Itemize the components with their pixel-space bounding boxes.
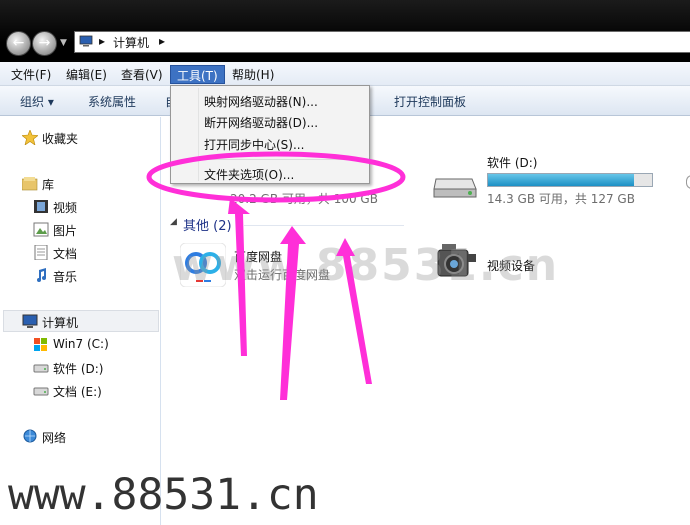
menu-icon-strip (198, 88, 199, 181)
document-icon (34, 245, 48, 260)
picture-icon (33, 222, 49, 237)
drive-d-name: 软件 (D:) (487, 156, 538, 170)
menu-item-map-network-drive[interactable]: 映射网络驱动器(N)... (204, 93, 318, 110)
star-icon (22, 130, 38, 145)
film-icon (34, 200, 48, 213)
menu-tools[interactable]: 工具(T) (170, 65, 225, 84)
drive-e-icon-partial (686, 175, 690, 189)
drive-c-info: 20.2 GB 可用，共 100 GB (230, 192, 378, 206)
menu-help[interactable]: 帮助(H) (226, 65, 280, 84)
system-properties-button[interactable]: 系统属性 (88, 93, 136, 110)
music-note-icon (37, 268, 46, 282)
menu-bar: 文件(F) 编辑(E) 查看(V) 工具(T) 帮助(H) (0, 62, 690, 86)
hard-drive-icon (33, 387, 49, 396)
menu-edit[interactable]: 编辑(E) (60, 65, 113, 84)
hard-drive-icon (433, 178, 477, 198)
menu-item-open-sync-center[interactable]: 打开同步中心(S)... (204, 136, 304, 153)
drive-d-info: 14.3 GB 可用，共 127 GB (487, 192, 635, 206)
menu-item-disconnect-network-drive[interactable]: 断开网络驱动器(D)... (204, 114, 318, 131)
network-icon (23, 429, 37, 443)
tools-dropdown-menu: 映射网络驱动器(N)... 断开网络驱动器(D)... 打开同步中心(S)...… (170, 85, 370, 184)
computer-icon (79, 35, 93, 47)
watermark-overlay: www.88531.cn (172, 240, 560, 291)
breadcrumb-chevron-icon[interactable]: ▸ (99, 34, 105, 48)
drive-d-usage-fill (488, 174, 634, 186)
menu-view[interactable]: 查看(V) (115, 65, 169, 84)
breadcrumb-chevron-icon[interactable]: ▸ (159, 34, 165, 48)
forward-button[interactable]: → (32, 31, 57, 56)
open-control-panel-button[interactable]: 打开控制面板 (394, 93, 466, 110)
back-button[interactable]: ← (6, 31, 31, 56)
breadcrumb-computer[interactable]: 计算机 (113, 34, 149, 51)
menu-separator (200, 159, 367, 160)
recent-pages-chevron-icon[interactable]: ▼ (60, 38, 67, 48)
windows-drive-icon (34, 338, 47, 351)
library-folder-icon (22, 177, 38, 191)
drive-d-usage-bar (487, 173, 653, 187)
watermark-text: www.88531.cn (8, 470, 319, 520)
navigation-pane: 收藏夹 库 视频 图片 文档 音乐 计算机 Win7 (C:) 软件 (D:) … (0, 117, 161, 525)
section-header-other[interactable]: 其他 (2) (183, 215, 232, 234)
menu-item-folder-options[interactable]: 文件夹选项(O)... (204, 166, 294, 183)
organize-button[interactable]: 组织 ▾ (20, 93, 54, 110)
title-bar: ← → ▼ ▸ 计算机 ▸ (0, 0, 690, 62)
computer-icon (22, 314, 38, 328)
address-bar[interactable]: ▸ 计算机 ▸ (74, 31, 690, 53)
collapse-arrow-icon[interactable]: ◢ (170, 217, 177, 227)
section-divider (244, 225, 404, 226)
hard-drive-icon (33, 364, 49, 373)
menu-file[interactable]: 文件(F) (5, 65, 57, 84)
